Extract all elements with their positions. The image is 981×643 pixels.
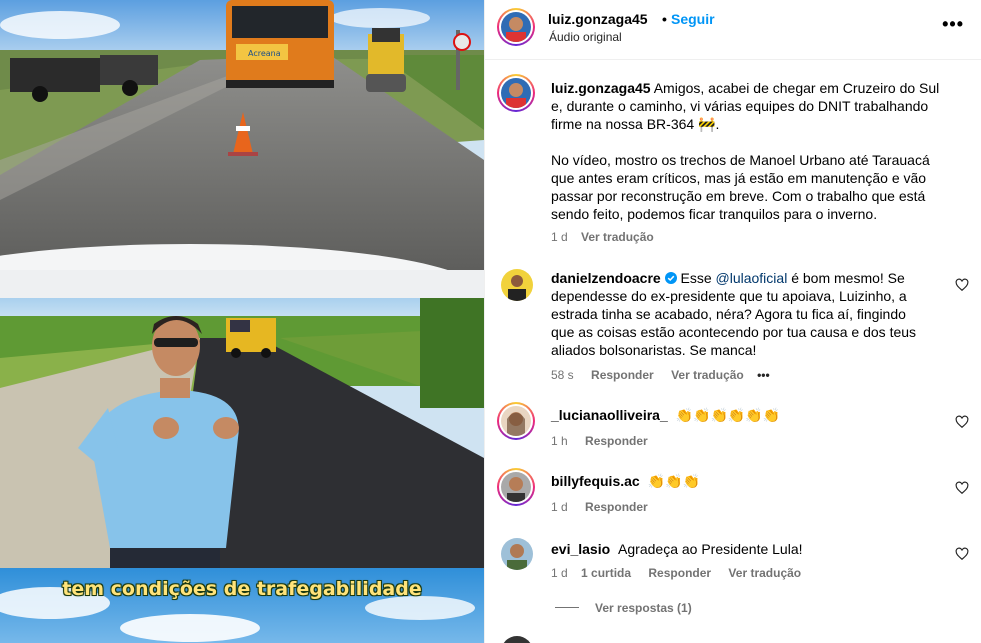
like-heart-icon[interactable]: [955, 278, 969, 292]
comment-text: Agradeça ao Presidente Lula!: [618, 541, 803, 557]
instagram-post-view: Acreana tem condições de trafegabilidade…: [0, 0, 981, 643]
like-heart-icon[interactable]: [955, 415, 969, 429]
caption-line: sendo feito, podemos ficar tranquilos pa…: [551, 206, 878, 222]
caption-username[interactable]: luiz.gonzaga45: [551, 80, 651, 96]
comment-avatar[interactable]: [497, 402, 535, 440]
caption-translate-link[interactable]: Ver tradução: [581, 230, 654, 244]
translate-link[interactable]: Ver tradução: [728, 566, 801, 580]
post-caption: luiz.gonzaga45 Amigos, acabei de chegar …: [551, 79, 971, 223]
comment-username[interactable]: _lucianaolliveira_: [551, 407, 668, 423]
post-video[interactable]: Acreana tem condições de trafegabilidade: [0, 0, 484, 643]
comment-body: evi_lasio Agradeça ao Presidente Lula!: [551, 540, 803, 558]
replies-divider: [555, 607, 579, 608]
video-frame-presenter: [0, 298, 484, 568]
comment-body: billyfequis.ac 👏👏👏: [551, 472, 700, 490]
comment-time[interactable]: 58 s: [551, 368, 574, 382]
like-heart-icon[interactable]: [955, 481, 969, 495]
comment-avatar[interactable]: [501, 269, 533, 301]
comment-text: estrada tinha se acabado, néra? Agora tu…: [551, 306, 906, 322]
audio-label[interactable]: Áudio original: [549, 30, 622, 44]
caption-line: que antes eram críticos, mas já estão em…: [551, 170, 927, 186]
comment-meta: 1 d Responder: [551, 500, 648, 514]
reply-button[interactable]: Responder: [585, 434, 648, 448]
follow-button[interactable]: Seguir: [671, 11, 715, 27]
like-heart-icon[interactable]: [955, 547, 969, 561]
comment-mention[interactable]: @lulaoficial: [716, 270, 788, 286]
caption-meta: 1 d Ver tradução: [551, 230, 654, 244]
comment-text: é bom mesmo! Se: [787, 270, 905, 286]
author-avatar-image: [501, 12, 531, 42]
comment-body: danielzendoacre Esse @lulaoficial é bom …: [551, 269, 951, 359]
likes-count[interactable]: 1 curtida: [581, 566, 631, 580]
post-header: luiz.gonzaga45 • Seguir Áudio original •…: [485, 0, 981, 60]
caption-avatar-image: [501, 78, 531, 108]
caption-line: No vídeo, mostro os trechos de Manoel Ur…: [551, 152, 930, 168]
comment-username[interactable]: billyfequis.ac: [551, 473, 640, 489]
video-frame-road: Acreana: [0, 0, 484, 298]
comment-username[interactable]: danielzendoacre: [551, 270, 661, 286]
caption-line: passar por reconstrução em breve. Com o …: [551, 188, 926, 204]
comment-text: 👏👏👏: [647, 473, 700, 489]
road-scene-image: Acreana: [0, 0, 484, 298]
comment-avatar[interactable]: [497, 468, 535, 506]
more-options-icon[interactable]: •••: [942, 14, 964, 35]
comment-meta: 1 h Responder: [551, 434, 648, 448]
presenter-scene-image: [0, 298, 484, 568]
comment-more-icon[interactable]: •••: [757, 368, 770, 382]
video-subtitle: tem condições de trafegabilidade: [62, 578, 422, 600]
reply-button[interactable]: Responder: [591, 368, 654, 382]
author-avatar[interactable]: [497, 8, 535, 46]
caption-line: Amigos, acabei de chegar em Cruzeiro do …: [653, 80, 940, 96]
comment-text: 👏👏👏👏👏👏: [675, 407, 781, 423]
comment-avatar[interactable]: [501, 538, 533, 570]
post-side-panel: luiz.gonzaga45 • Seguir Áudio original •…: [484, 0, 981, 643]
caption-line: e, durante o caminho, vi várias equipes …: [551, 98, 929, 114]
comment-meta: 1 d 1 curtida Responder Ver tradução: [551, 566, 801, 580]
verified-badge-icon: [664, 272, 677, 284]
comment-avatar-image: [501, 472, 531, 502]
comment-text: dependesse do ex-presidente que tu apoia…: [551, 288, 907, 304]
translate-link[interactable]: Ver tradução: [671, 368, 744, 382]
reply-button[interactable]: Responder: [585, 500, 648, 514]
author-username[interactable]: luiz.gonzaga45: [548, 11, 648, 27]
comment-avatar[interactable]: [501, 636, 533, 643]
caption-time[interactable]: 1 d: [551, 230, 568, 244]
bus-logo-text: Acreana: [248, 49, 281, 58]
comment-meta: 58 s Responder Ver tradução •••: [551, 368, 770, 382]
caption-author-avatar[interactable]: [497, 74, 535, 112]
comment-body: _lucianaolliveira_ 👏👏👏👏👏👏: [551, 406, 780, 424]
view-replies-link[interactable]: Ver respostas (1): [595, 601, 692, 615]
comment-text: Esse: [680, 270, 716, 286]
comment-time[interactable]: 1 d: [551, 566, 568, 580]
comment-time[interactable]: 1 d: [551, 500, 568, 514]
caption-line: firme na nossa BR-364 🚧.: [551, 116, 720, 132]
comment-username[interactable]: evi_lasio: [551, 541, 610, 557]
reply-button[interactable]: Responder: [648, 566, 711, 580]
comment-text: que as coisas estão acontecendo por tua …: [551, 324, 917, 340]
comment-avatar-image: [501, 406, 531, 436]
comment-text: aliados bolsonaristas. Se manca!: [551, 342, 757, 358]
header-separator: •: [662, 11, 667, 27]
comment-time[interactable]: 1 h: [551, 434, 568, 448]
